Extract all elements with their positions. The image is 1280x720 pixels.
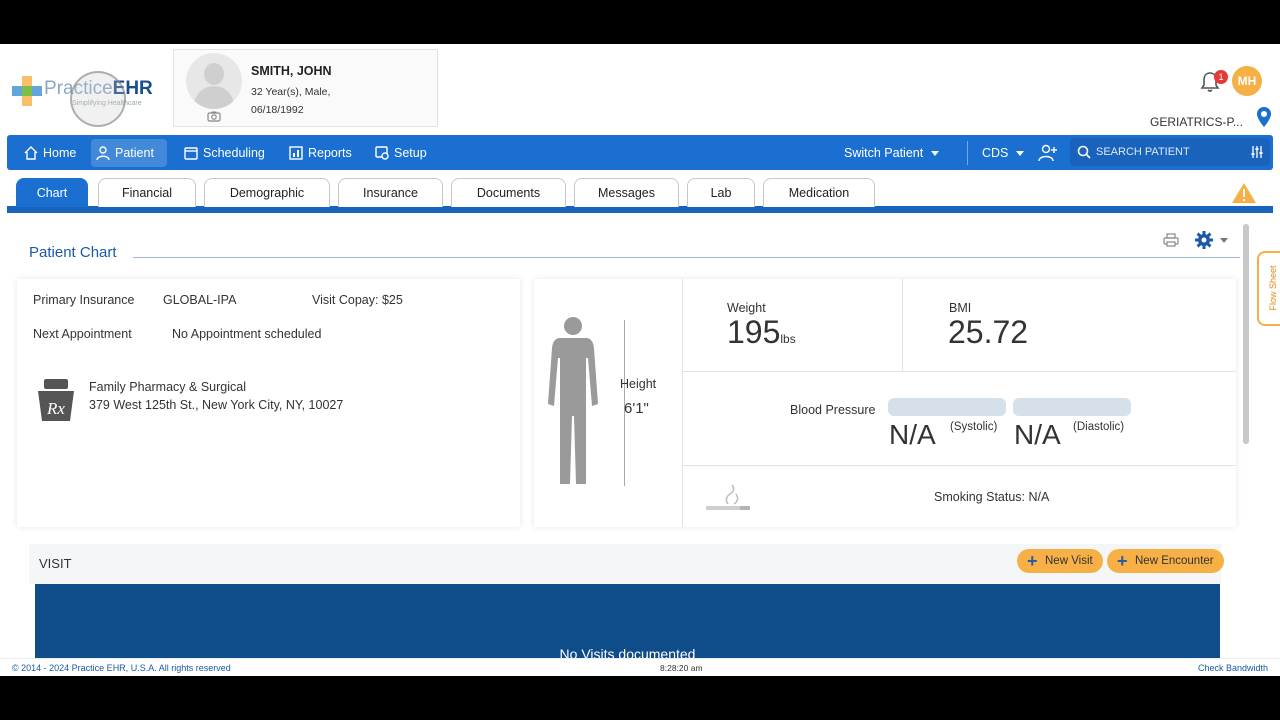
nav-setup[interactable]: Setup xyxy=(370,139,427,167)
tab-medication[interactable]: Medication xyxy=(763,178,875,207)
cigarette-icon xyxy=(706,484,750,510)
clock: 8:28:20 am xyxy=(660,663,703,673)
diastolic-bar xyxy=(1013,398,1131,416)
tab-lab[interactable]: Lab xyxy=(687,178,755,207)
check-bandwidth-link[interactable]: Check Bandwidth xyxy=(1198,663,1268,673)
new-visit-button[interactable]: + New Visit xyxy=(1017,549,1103,573)
new-encounter-button[interactable]: + New Encounter xyxy=(1107,549,1224,573)
tab-demographic[interactable]: Demographic xyxy=(204,178,330,207)
search-icon[interactable] xyxy=(1077,145,1091,159)
visit-title: VISIT xyxy=(39,556,72,571)
smoking-status: Smoking Status: N/A xyxy=(934,490,1050,504)
systolic-value: N/A xyxy=(889,419,936,450)
notification-badge: 1 xyxy=(1214,70,1228,84)
calendar-icon xyxy=(184,147,198,160)
cursor-highlight xyxy=(70,71,126,127)
blood-pressure-label: Blood Pressure xyxy=(790,403,876,417)
app-window: PracticeEHR Simplifying Healthcare SMITH… xyxy=(0,44,1280,676)
nav-home[interactable]: Home xyxy=(19,139,76,167)
nav-scheduling[interactable]: Scheduling xyxy=(179,139,265,167)
primary-insurance-label: Primary Insurance xyxy=(33,293,135,307)
location-pin-icon[interactable] xyxy=(1256,106,1272,128)
nav-reports[interactable]: Reports xyxy=(284,139,352,167)
flow-sheet-tab[interactable]: Flow Sheet xyxy=(1257,251,1280,326)
vitals-divider xyxy=(682,465,1236,466)
systolic-bar xyxy=(888,398,1006,416)
chevron-down-icon xyxy=(931,151,940,157)
scrollbar[interactable] xyxy=(1243,224,1249,444)
next-appointment-value: No Appointment scheduled xyxy=(172,327,322,341)
height-label: Height xyxy=(620,377,657,391)
patient-demographics: 32 Year(s), Male, 06/18/1992 xyxy=(251,83,330,119)
chevron-down-icon xyxy=(1016,151,1025,157)
filter-sliders-icon[interactable] xyxy=(1250,145,1264,159)
logo-cross-icon xyxy=(12,76,42,106)
tab-chart[interactable]: Chart xyxy=(16,178,88,207)
vitals-divider xyxy=(682,279,683,527)
switch-patient-dropdown[interactable]: Switch Patient xyxy=(844,139,940,167)
patient-card[interactable]: SMITH, JOHN 32 Year(s), Male, 06/18/1992 xyxy=(173,49,438,127)
weight-label: Weight xyxy=(727,301,766,315)
tab-messages[interactable]: Messages xyxy=(574,178,679,207)
page-title: Patient Chart xyxy=(29,244,117,261)
pharmacy-name[interactable]: Family Pharmacy & Surgical xyxy=(89,380,246,394)
height-value: 6'1" xyxy=(624,400,649,417)
camera-icon[interactable] xyxy=(207,111,221,122)
add-user-icon[interactable] xyxy=(1038,144,1058,162)
cds-dropdown[interactable]: CDS xyxy=(982,139,1025,167)
pharmacy-address: 379 West 125th St., New York City, NY, 1… xyxy=(89,398,344,412)
vitals-divider xyxy=(902,279,903,371)
nav-divider xyxy=(967,141,968,165)
visit-copay: Visit Copay: $25 xyxy=(312,293,403,307)
scrollbar-thumb[interactable] xyxy=(1243,224,1249,444)
reports-icon xyxy=(289,146,303,160)
tab-insurance[interactable]: Insurance xyxy=(338,178,443,207)
bmi-value: 25.72 xyxy=(948,314,1029,350)
patient-name: SMITH, JOHN xyxy=(251,64,332,78)
tab-documents[interactable]: Documents xyxy=(451,178,566,207)
facility-name[interactable]: GERIATRICS-P... xyxy=(1150,115,1243,129)
patient-avatar[interactable] xyxy=(186,53,242,109)
diastolic-label: (Diastolic) xyxy=(1073,421,1125,433)
header: PracticeEHR Simplifying Healthcare SMITH… xyxy=(0,44,1280,135)
main-nav-bar: Home Patient Scheduling Reports Setup Sw… xyxy=(7,135,1273,170)
systolic-label: (Systolic) xyxy=(950,421,998,433)
title-divider xyxy=(133,257,1240,258)
svg-text:Rx: Rx xyxy=(46,399,65,418)
nav-patient[interactable]: Patient xyxy=(91,139,167,167)
patient-dob: 06/18/1992 xyxy=(251,104,304,116)
diastolic-value: N/A xyxy=(1014,419,1061,450)
gear-icon[interactable] xyxy=(1194,230,1214,250)
plus-icon: + xyxy=(1117,551,1128,571)
warning-icon[interactable] xyxy=(1231,182,1257,204)
tab-financial[interactable]: Financial xyxy=(98,178,196,207)
patient-search xyxy=(1070,138,1270,166)
user-icon xyxy=(96,146,110,161)
setup-icon xyxy=(375,146,389,160)
patient-tabs: Chart Financial Demographic Insurance Do… xyxy=(0,174,1280,213)
body-silhouette-icon xyxy=(548,317,598,484)
weight-value: 195lbs xyxy=(727,314,796,350)
plus-icon: + xyxy=(1027,551,1038,571)
bmi-label: BMI xyxy=(949,301,972,315)
search-patient-input[interactable] xyxy=(1096,142,1236,162)
user-avatar[interactable]: MH xyxy=(1232,66,1262,96)
footer: © 2014 - 2024 Practice EHR, U.S.A. All r… xyxy=(0,658,1280,676)
vitals-divider xyxy=(682,371,1236,372)
visit-list: No Visits documented xyxy=(35,584,1220,664)
print-icon[interactable] xyxy=(1163,233,1179,247)
next-appointment-label: Next Appointment xyxy=(33,327,132,341)
copyright: © 2014 - 2024 Practice EHR, U.S.A. All r… xyxy=(12,663,231,673)
patient-age-sex: 32 Year(s), Male, xyxy=(251,86,331,98)
primary-insurance-value: GLOBAL-IPA xyxy=(163,293,237,307)
chevron-down-icon[interactable] xyxy=(1220,238,1228,243)
weight-unit: lbs xyxy=(780,332,796,346)
home-icon xyxy=(24,146,38,160)
pharmacy-rx-icon: Rx xyxy=(38,379,74,421)
